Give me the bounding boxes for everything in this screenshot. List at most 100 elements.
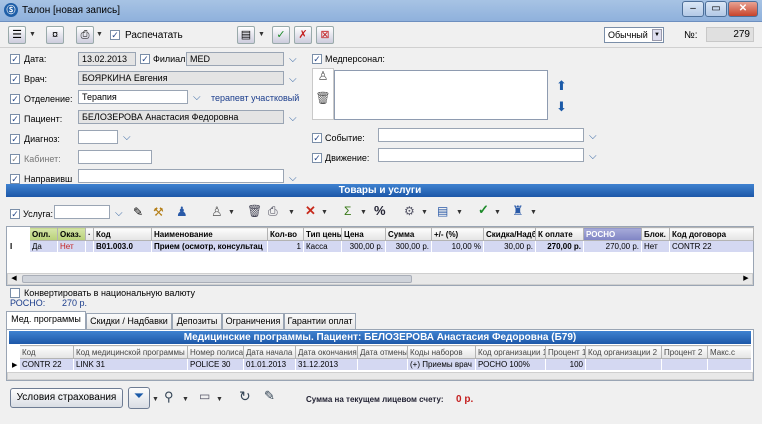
chevron-down-icon[interactable]: ▼ [288, 209, 295, 216]
diagnosis-checkbox[interactable]: ✓ [10, 134, 20, 144]
move-up-icon[interactable]: ⬆ [556, 78, 567, 94]
col-header[interactable]: К оплате [535, 227, 584, 241]
approve-icon[interactable]: ✓ [478, 202, 489, 218]
tab-med-programs[interactable]: Мед. программы [6, 311, 86, 329]
edit-icon[interactable]: ✎ [264, 388, 275, 404]
scroll-left-icon[interactable]: ◀ [9, 275, 19, 283]
search-icon[interactable]: ⚲ [164, 389, 174, 405]
menu-icon[interactable]: ☰ [8, 26, 26, 44]
cell-empty[interactable] [86, 241, 94, 253]
cell-pct2[interactable] [662, 359, 708, 371]
percent-icon[interactable]: % [374, 203, 386, 218]
tab-guarantees[interactable]: Гарантии оплат [284, 313, 356, 329]
cabinet-checkbox[interactable]: ✓ [10, 154, 20, 164]
cell-contract[interactable]: CONTR 22 [670, 241, 754, 253]
cell-pct[interactable]: 10,00 % [432, 241, 484, 253]
col-header[interactable]: · [85, 227, 94, 241]
chevron-down-icon[interactable]: ▼ [530, 209, 537, 216]
chevron-down-icon[interactable]: ⌵ [289, 114, 301, 124]
coins-icon[interactable]: ¤ [46, 26, 64, 44]
cell-start[interactable]: 01.01.2013 [244, 359, 296, 371]
chevron-down-icon[interactable]: ▼ [96, 31, 103, 38]
move-down-icon[interactable]: ⬇ [556, 99, 567, 115]
date-checkbox[interactable]: ✓ [10, 54, 20, 64]
date-field[interactable]: 13.02.2013 [78, 52, 136, 66]
money-icon[interactable]: Σ [344, 204, 351, 218]
chevron-down-icon[interactable]: ⌵ [589, 132, 601, 142]
dept-checkbox[interactable]: ✓ [10, 94, 20, 104]
col-header[interactable]: Код [19, 345, 74, 359]
remove-icon[interactable]: ✕ [305, 203, 316, 219]
col-header[interactable]: Коды наборов [407, 345, 476, 359]
col-header[interactable]: Опл. [29, 227, 58, 241]
chevron-down-icon[interactable]: ▼ [29, 31, 36, 38]
patient-checkbox[interactable]: ✓ [10, 114, 20, 124]
col-header[interactable]: Код организации 2 [585, 345, 662, 359]
cell-org1[interactable]: РОСНО 100% [476, 359, 546, 371]
mode-select[interactable]: Обычный ▼ [604, 27, 664, 43]
chevron-down-icon[interactable]: ▼ [321, 209, 328, 216]
event-checkbox[interactable]: ✓ [312, 133, 322, 143]
trash-icon[interactable]: 🗑 [247, 204, 262, 218]
chevron-down-icon[interactable]: ⌵ [589, 152, 601, 162]
col-header[interactable]: Код договора [669, 227, 754, 241]
accept-icon[interactable]: ✓ [272, 26, 290, 44]
col-header[interactable]: Дата отмены [357, 345, 408, 359]
branch-field[interactable]: MED [186, 52, 284, 66]
scroll-thumb[interactable] [22, 275, 412, 283]
col-header[interactable]: Сумма [385, 227, 432, 241]
filter-icon[interactable]: ⏷ [128, 387, 150, 409]
stamp-icon[interactable]: ♜ [512, 203, 524, 219]
printer-icon[interactable]: ⎙ [268, 204, 278, 219]
col-header[interactable]: Дата начала [243, 345, 296, 359]
col-header[interactable]: Блок. [641, 227, 670, 241]
chevron-down-icon[interactable]: ⌵ [289, 174, 301, 184]
table-row[interactable]: I Да Нет В01.003.0 Прием (осмотр, консул… [7, 240, 754, 253]
col-header[interactable]: Процент 1 [545, 345, 586, 359]
chevron-down-icon[interactable]: ▼ [182, 396, 189, 403]
scroll-right-icon[interactable]: ▶ [741, 275, 751, 283]
col-header[interactable]: Кол-во [267, 227, 304, 241]
col-header[interactable]: Макс.с [707, 345, 751, 359]
chevron-down-icon[interactable]: ⌵ [123, 133, 135, 143]
trash-icon[interactable]: 🗑 [313, 91, 333, 105]
minimize-button[interactable]: ‒ [682, 1, 704, 17]
col-header[interactable]: Код [93, 227, 152, 241]
cell-policy[interactable]: POLICE 30 [188, 359, 244, 371]
cell-sets[interactable]: (+) Приемы врач [408, 359, 476, 371]
chevron-down-icon[interactable]: ⌵ [193, 93, 205, 103]
document-icon[interactable]: ▤ [237, 26, 255, 44]
chevron-down-icon[interactable]: ▼ [360, 209, 367, 216]
printer-icon[interactable]: ⎙ [76, 26, 94, 44]
service-field[interactable] [54, 205, 110, 219]
settings-icon[interactable]: ⚙ [404, 204, 415, 218]
person-icon[interactable]: ♙ [313, 69, 333, 83]
edit-icon[interactable]: ✎ [133, 205, 143, 219]
person-add-icon[interactable]: ♙ [211, 204, 223, 220]
staff-list[interactable] [334, 70, 548, 120]
cell-code[interactable]: В01.003.0 [94, 241, 152, 253]
col-header[interactable]: +/- (%) [431, 227, 484, 241]
movement-field[interactable] [378, 148, 584, 162]
cell-pct1[interactable]: 100 [546, 359, 586, 371]
cell-max[interactable] [708, 359, 752, 371]
col-header[interactable]: Скидка/Надбавка [483, 227, 536, 241]
chevron-down-icon[interactable]: ▼ [152, 396, 159, 403]
cell-org2[interactable] [586, 359, 662, 371]
chevron-down-icon[interactable]: ▼ [652, 29, 662, 41]
referral-field[interactable] [78, 169, 284, 183]
convert-checkbox[interactable] [10, 288, 20, 298]
cell-price-type[interactable]: Касса [304, 241, 342, 253]
tab-limits[interactable]: Ограничения [222, 313, 284, 329]
referral-checkbox[interactable]: ✓ [10, 174, 20, 184]
refresh-icon[interactable]: ↻ [239, 388, 251, 405]
chevron-down-icon[interactable]: ▼ [228, 209, 235, 216]
col-header[interactable]: Цена [341, 227, 386, 241]
movement-checkbox[interactable]: ✓ [312, 153, 322, 163]
cell-topay[interactable]: 270,00 р. [536, 241, 584, 253]
cell-program[interactable]: LINK 31 [74, 359, 188, 371]
tab-discounts[interactable]: Скидки / Надбавки [86, 313, 172, 329]
dept-field[interactable]: Терапия [78, 90, 188, 104]
chevron-down-icon[interactable]: ⌵ [289, 75, 301, 85]
close-button[interactable]: ✕ [728, 1, 758, 17]
